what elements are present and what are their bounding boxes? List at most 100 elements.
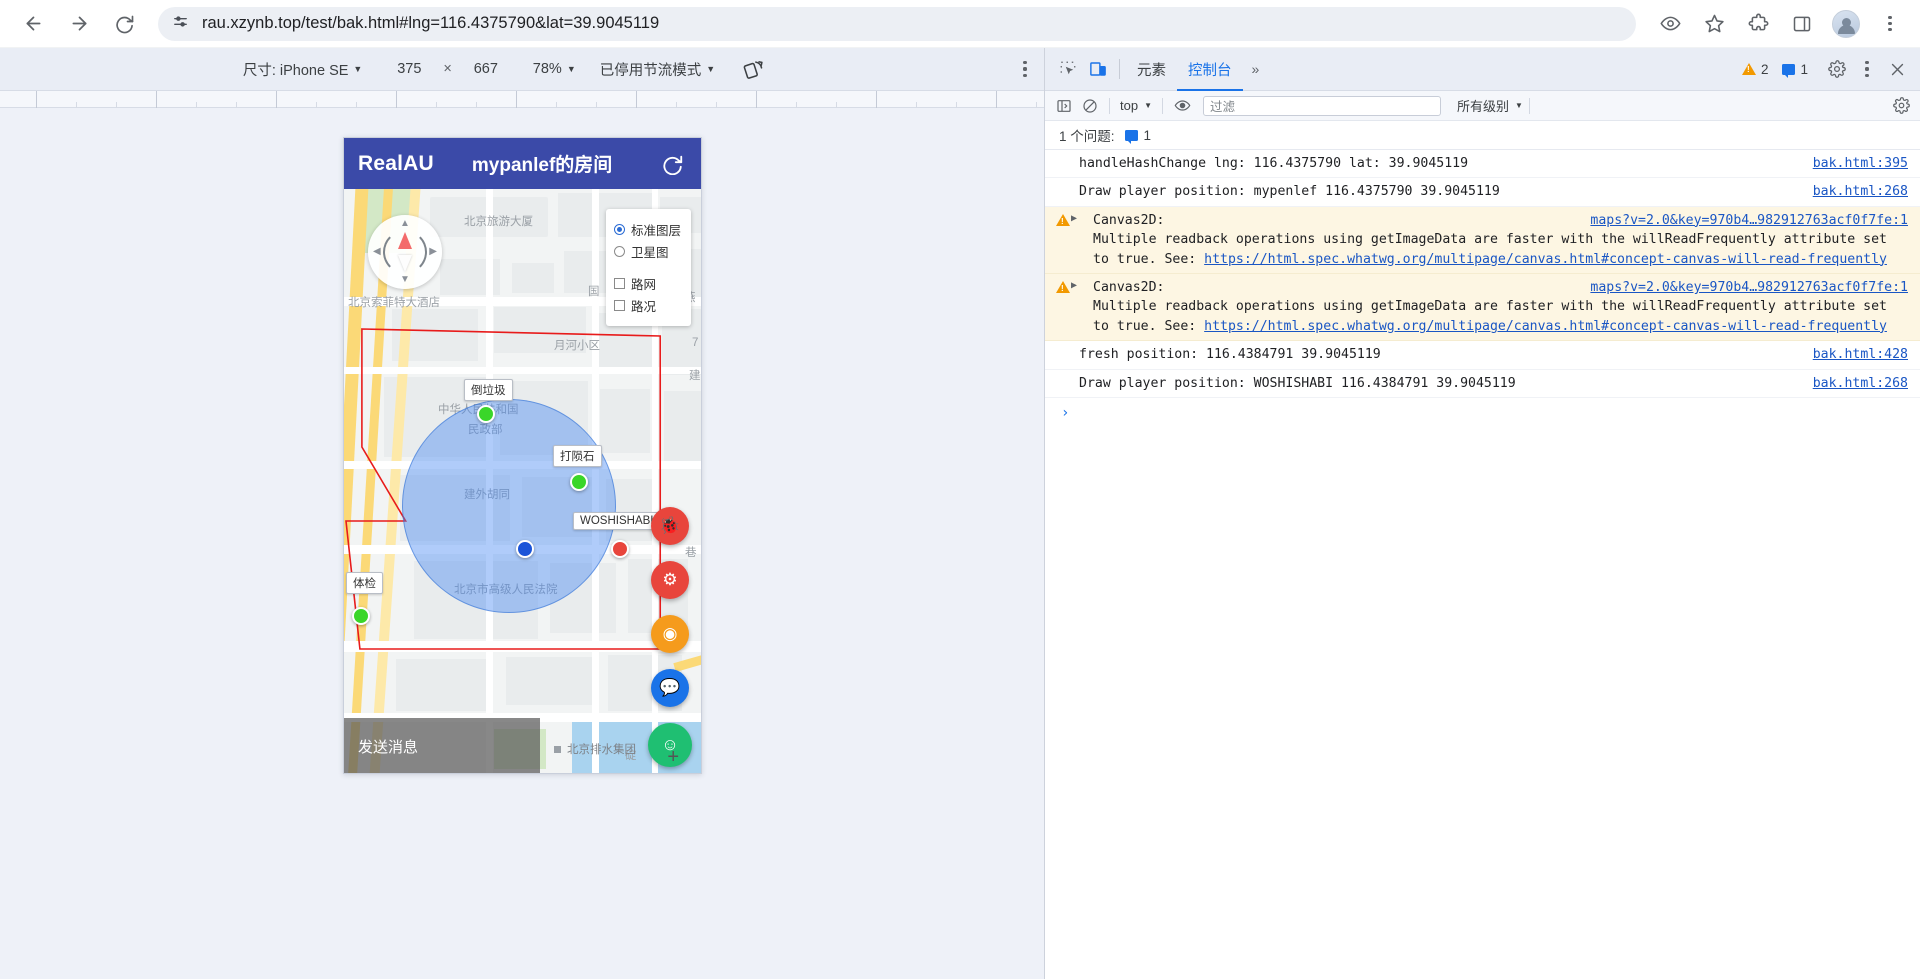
device-height-input[interactable]: 667 xyxy=(463,61,509,77)
gear-icon[interactable] xyxy=(1822,54,1852,84)
device-toolbar-more-icon[interactable] xyxy=(1012,61,1038,77)
self-marker[interactable] xyxy=(516,540,534,558)
compass-left-icon: ◀ xyxy=(373,246,381,257)
console-context-select[interactable]: top ▼ xyxy=(1116,98,1156,113)
console-message-list[interactable]: bak.html:395 handleHashChange lng: 116.4… xyxy=(1045,150,1920,979)
back-button[interactable] xyxy=(14,5,52,43)
console-level-select[interactable]: 所有级别 ▼ xyxy=(1457,96,1523,115)
map-canvas[interactable]: 北京旅游大厦 北京索菲特大酒店 月河小区 中华人民共和国 民政部 建外胡同 北京… xyxy=(344,189,701,773)
console-settings-gear-icon[interactable] xyxy=(1888,94,1914,118)
console-log-row[interactable]: bak.html:428 fresh position: 116.4384791… xyxy=(1045,341,1920,370)
chat-fab[interactable]: 💬 xyxy=(651,669,689,707)
player-tag[interactable]: 打陨石 xyxy=(553,445,602,467)
checkbox-roadnet-icon[interactable] xyxy=(613,278,625,289)
console-source-link[interactable]: maps?v=2.0&key=970b4…982912763acf0f7fe:1 xyxy=(1590,211,1908,230)
zoom-label: 78% xyxy=(532,61,562,77)
profile-avatar[interactable] xyxy=(1827,5,1865,43)
player-marker[interactable] xyxy=(570,473,588,491)
console-source-link[interactable]: bak.html:395 xyxy=(1813,154,1908,173)
expand-arrow-icon[interactable]: ▶ xyxy=(1071,212,1077,227)
layer-divider xyxy=(614,264,681,271)
expand-arrow-icon[interactable]: ▶ xyxy=(1071,279,1077,294)
console-log-row[interactable]: bak.html:268 Draw player position: WOSHI… xyxy=(1045,370,1920,399)
player-marker[interactable] xyxy=(352,607,370,625)
console-log-text: handleHashChange lng: 116.4375790 lat: 3… xyxy=(1079,156,1469,171)
player-tag[interactable]: WOSHISHABI xyxy=(573,512,661,530)
console-prompt[interactable]: › xyxy=(1045,398,1920,425)
console-source-link[interactable]: bak.html:268 xyxy=(1813,182,1908,201)
console-warning-link[interactable]: https://html.spec.whatwg.org/multipage/c… xyxy=(1204,319,1887,334)
console-log-row[interactable]: bak.html:268 Draw player position: mypen… xyxy=(1045,178,1920,207)
compass-control[interactable]: ▲ ▼ ◀ ▶ xyxy=(368,215,442,289)
console-source-link[interactable]: bak.html:268 xyxy=(1813,374,1908,393)
warning-triangle-icon xyxy=(1741,63,1756,75)
console-log-row[interactable]: bak.html:395 handleHashChange lng: 116.4… xyxy=(1045,150,1920,179)
console-sidebar-icon[interactable] xyxy=(1051,94,1077,118)
chevron-down-icon: ▼ xyxy=(706,64,716,74)
toolbar-divider xyxy=(1109,97,1110,114)
viewport-ruler xyxy=(0,91,1044,108)
chevron-down-icon: ▼ xyxy=(566,64,576,74)
compass-right-icon: ▶ xyxy=(429,246,437,257)
browser-toolbar: rau.xzynb.top/test/bak.html#lng=116.4375… xyxy=(0,0,1920,48)
radio-satellite-icon[interactable] xyxy=(613,246,625,257)
console-toolbar: top ▼ 过滤 所有级别 ▼ xyxy=(1045,91,1920,121)
layer-option-satellite[interactable]: 卫星图 xyxy=(613,242,681,261)
console-warning-row[interactable]: ▶ Canvas2D: maps?v=2.0&key=970b4…9829127… xyxy=(1045,274,1920,342)
throttling-select[interactable]: 已停用节流模式 ▼ xyxy=(600,59,715,80)
address-bar[interactable]: rau.xzynb.top/test/bak.html#lng=116.4375… xyxy=(158,6,1636,41)
rotate-icon[interactable] xyxy=(739,54,769,84)
clear-console-icon[interactable] xyxy=(1077,94,1103,118)
extensions-icon[interactable] xyxy=(1739,5,1777,43)
live-expression-icon[interactable] xyxy=(1169,94,1195,118)
player-tag[interactable]: 倒垃圾 xyxy=(464,379,513,401)
map-layer-panel[interactable]: 标准图层 卫星图 路网 路况 xyxy=(605,209,691,326)
layer-standard-label: 标准图层 xyxy=(630,224,681,238)
target-fab[interactable]: ◉ xyxy=(651,615,689,653)
message-count[interactable]: 1 xyxy=(1782,62,1808,78)
layer-option-standard[interactable]: 标准图层 xyxy=(613,220,681,239)
toolbar-divider xyxy=(1528,97,1530,114)
player-marker[interactable] xyxy=(611,540,629,558)
inspect-element-icon[interactable] xyxy=(1053,54,1083,84)
side-panel-icon[interactable] xyxy=(1783,5,1821,43)
forward-button[interactable] xyxy=(60,5,98,43)
zoom-in-button[interactable]: + xyxy=(667,746,679,769)
issues-summary-bar[interactable]: 1 个问题: 1 xyxy=(1045,121,1920,150)
console-level-label: 所有级别 xyxy=(1457,99,1510,114)
layer-option-traffic[interactable]: 路况 xyxy=(613,296,681,315)
send-message-bar[interactable]: 发送消息 xyxy=(344,718,540,773)
zoom-select[interactable]: 78% ▼ xyxy=(533,61,576,77)
message-icon xyxy=(1124,129,1138,144)
player-tag[interactable]: 体检 xyxy=(346,572,383,594)
eye-icon[interactable] xyxy=(1651,5,1689,43)
browser-window: rau.xzynb.top/test/bak.html#lng=116.4375… xyxy=(0,0,1920,979)
kebab-menu-icon[interactable] xyxy=(1871,5,1909,43)
device-toolbar-icon[interactable] xyxy=(1083,54,1113,84)
bug-report-fab[interactable]: 🐞 xyxy=(651,507,689,545)
warning-count[interactable]: 2 xyxy=(1741,62,1768,77)
devtools-menu-icon[interactable] xyxy=(1852,54,1882,84)
console-warning-row[interactable]: ▶ Canvas2D: maps?v=2.0&key=970b4…9829127… xyxy=(1045,206,1920,275)
settings-fab[interactable]: ⚙ xyxy=(651,561,689,599)
player-marker[interactable] xyxy=(477,405,495,423)
console-warning-body: Multiple readback operations using getIm… xyxy=(1079,297,1908,336)
refresh-icon[interactable] xyxy=(659,150,687,178)
console-source-link[interactable]: maps?v=2.0&key=970b4…982912763acf0f7fe:1 xyxy=(1590,278,1908,297)
radio-standard-icon[interactable] xyxy=(613,224,625,235)
console-warning-label: Canvas2D: xyxy=(1093,212,1165,228)
close-icon[interactable] xyxy=(1882,54,1912,84)
tune-icon[interactable] xyxy=(172,13,189,35)
tab-elements[interactable]: 元素 xyxy=(1126,48,1177,91)
layer-option-roadnet[interactable]: 路网 xyxy=(613,274,681,293)
star-icon[interactable] xyxy=(1695,5,1733,43)
tab-console[interactable]: 控制台 xyxy=(1177,48,1243,91)
checkbox-traffic-icon[interactable] xyxy=(613,300,625,311)
console-source-link[interactable]: bak.html:428 xyxy=(1813,345,1908,364)
console-filter-input[interactable]: 过滤 xyxy=(1203,95,1441,116)
device-size-select[interactable]: 尺寸: iPhone SE ▼ xyxy=(243,59,363,80)
chevron-double-right-icon[interactable]: » xyxy=(1243,61,1269,77)
reload-button[interactable] xyxy=(106,5,144,43)
device-width-input[interactable]: 375 xyxy=(386,61,432,77)
console-warning-link[interactable]: https://html.spec.whatwg.org/multipage/c… xyxy=(1204,252,1887,267)
